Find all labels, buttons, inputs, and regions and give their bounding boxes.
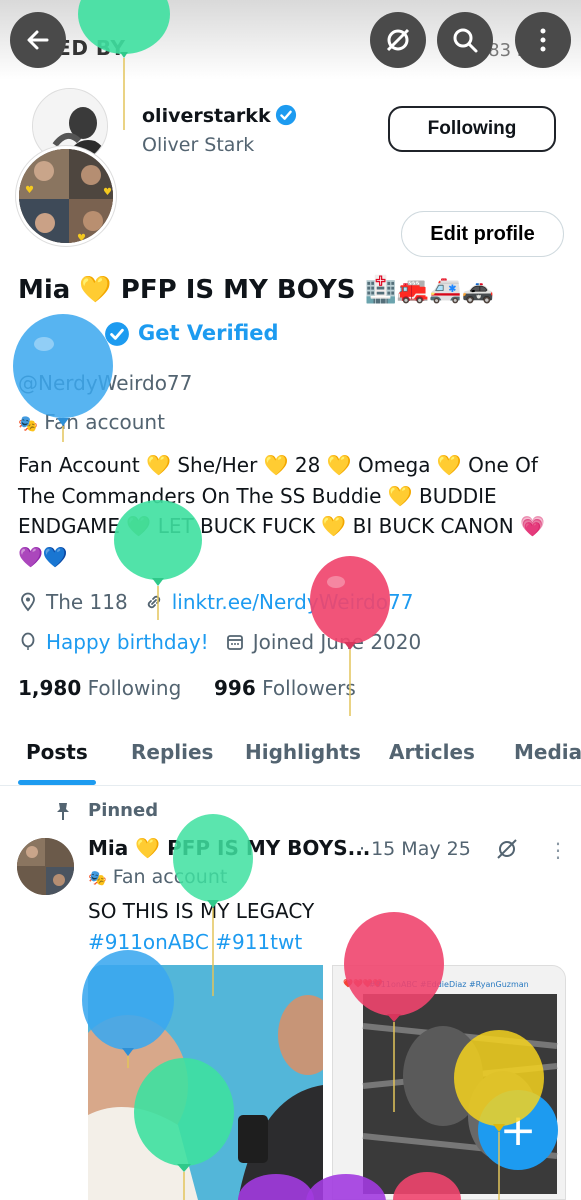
location-pin-icon xyxy=(21,592,35,612)
search-button[interactable] xyxy=(437,12,493,68)
follow-counts: 1,980 Following 996 Followers xyxy=(18,676,356,700)
data-saver-button[interactable] xyxy=(370,12,426,68)
verified-badge-icon xyxy=(275,104,296,126)
following-count-link[interactable]: 1,980 Following xyxy=(18,676,181,700)
tab-highlights[interactable]: Highlights xyxy=(245,740,361,764)
balloon-blue-icon xyxy=(82,950,174,1068)
balloon-pink-icon xyxy=(344,912,444,1112)
following-count: 1,980 xyxy=(18,676,82,700)
search-icon xyxy=(453,28,478,53)
balloon-green-icon xyxy=(114,500,202,620)
post-date: · 15 May 25 xyxy=(359,838,471,860)
pinned-label: Pinned xyxy=(88,800,159,821)
tab-posts[interactable]: Posts xyxy=(26,740,88,764)
birthday-text[interactable]: Happy birthday! xyxy=(46,630,209,654)
liker-display-name: Oliver Stark xyxy=(142,134,255,156)
svg-text:♥: ♥ xyxy=(103,187,112,198)
balloon-pink-icon xyxy=(310,556,390,716)
edit-profile-button[interactable]: Edit profile xyxy=(401,211,564,257)
tab-media[interactable]: Media xyxy=(514,740,581,764)
balloon-green-icon xyxy=(134,1058,234,1200)
svg-text:♥: ♥ xyxy=(77,233,86,244)
svg-text:♥: ♥ xyxy=(25,185,34,196)
balloon-blue-icon xyxy=(13,314,113,442)
balloon-purple-icon xyxy=(238,1174,386,1200)
more-vertical-icon xyxy=(540,28,546,52)
back-button[interactable] xyxy=(10,12,66,68)
no-signal-icon xyxy=(386,28,410,52)
tab-articles[interactable]: Articles xyxy=(389,740,475,764)
profile-avatar[interactable]: ♥ ♥ ♥ xyxy=(16,146,116,246)
followers-count: 996 xyxy=(214,676,256,700)
balloon-icon xyxy=(21,632,35,650)
post-more-button[interactable]: ⋮ xyxy=(548,838,568,862)
get-verified-link[interactable]: Get Verified xyxy=(138,321,279,345)
more-button[interactable] xyxy=(515,12,571,68)
profile-bio: Fan Account 💛 She/Her 💛 28 💛 Omega 💛 One… xyxy=(18,453,546,569)
balloon-green-icon xyxy=(173,814,253,996)
calendar-icon xyxy=(226,635,243,650)
post-author-avatar[interactable] xyxy=(17,838,74,895)
following-button[interactable]: Following xyxy=(388,106,556,152)
masks-icon: 🎭 xyxy=(88,869,107,887)
following-label: Following xyxy=(87,676,182,700)
pin-icon xyxy=(57,803,69,820)
balloon-green-icon xyxy=(78,0,170,130)
balloon-pink-icon xyxy=(393,1172,461,1200)
balloon-yellow-icon xyxy=(454,1030,544,1200)
no-signal-icon xyxy=(497,839,517,859)
tab-replies[interactable]: Replies xyxy=(131,740,213,764)
active-tab-indicator xyxy=(18,780,96,785)
profile-display-name: Mia 💛 PFP IS MY BOYS 🏥🚒🚑🚓 xyxy=(18,275,495,305)
arrow-left-icon xyxy=(27,30,49,50)
